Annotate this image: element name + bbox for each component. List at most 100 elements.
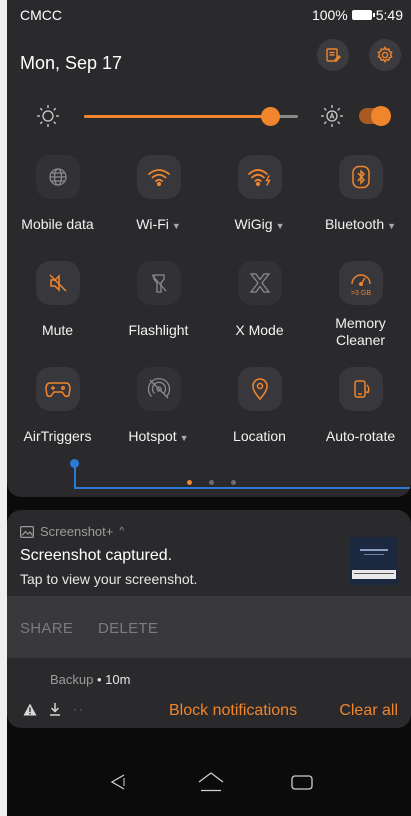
back-icon (110, 774, 125, 790)
tile-label: Hotspot ▼ (108, 428, 209, 447)
tile-bluetooth[interactable]: Bluetooth ▼ (310, 155, 411, 235)
notification-icons: ·· (23, 702, 85, 716)
backup-app-name: Backup (50, 672, 94, 687)
auto-brightness-icon (321, 105, 343, 127)
tile-label: Location (209, 428, 310, 445)
battery-icon (351, 10, 375, 20)
tile-label: Wi-Fi ▼ (108, 216, 209, 235)
auto-brightness-toggle[interactable] (359, 106, 391, 126)
gear-icon (377, 46, 393, 64)
quick-settings-tiles: Mobile data Wi-Fi ▼ WiGig ▼ Bluetooth ▼ Mute Fla… (7, 155, 411, 473)
warning-icon (23, 703, 37, 715)
home-button[interactable] (195, 766, 227, 798)
status-indicators: 100% 5:49 (312, 7, 403, 23)
tile-label-text: WiGig (234, 216, 273, 232)
tile-label: X Mode (209, 322, 310, 339)
tile-wigig[interactable]: WiGig ▼ (209, 155, 310, 235)
memory-cleaner-icon[interactable]: >3 GB (338, 261, 383, 305)
dropdown-arrow-icon[interactable]: ▼ (172, 221, 181, 231)
backup-notification[interactable]: Backup • 10m ·· Block notifications Clea… (7, 658, 411, 728)
tile-label-text: Location (233, 428, 286, 444)
air-triggers-icon[interactable] (35, 367, 80, 411)
status-bar: CMCC 100% 5:49 (7, 0, 411, 28)
clear-all-button[interactable]: Clear all (339, 702, 398, 720)
home-icon (198, 772, 224, 792)
more-icon: ·· (73, 702, 85, 716)
tile-label: Mute (7, 322, 108, 339)
tile-label: WiGig ▼ (209, 216, 310, 235)
dropdown-arrow-icon[interactable]: ▼ (180, 433, 189, 443)
screenshot-thumbnail[interactable] (350, 537, 398, 585)
screenshot-notification[interactable]: Screenshot+ ^ Screenshot captured. Tap t… (7, 510, 411, 658)
tile-hotspot[interactable]: Hotspot ▼ (108, 367, 209, 447)
carrier-name: CMCC (20, 7, 62, 23)
x-mode-icon[interactable] (237, 261, 282, 305)
tile-label-text: Cleaner (335, 332, 386, 348)
brightness-slider[interactable] (84, 107, 298, 126)
dropdown-arrow-icon[interactable]: ▼ (276, 221, 285, 231)
share-button[interactable]: SHARE (20, 620, 73, 637)
battery-percent: 100% (311, 7, 348, 23)
wigig-icon[interactable] (237, 155, 282, 199)
edit-button[interactable] (317, 39, 349, 71)
location-icon[interactable] (237, 367, 282, 411)
page-indicator (7, 480, 411, 488)
tile-label: Bluetooth ▼ (310, 216, 411, 235)
mute-icon[interactable] (35, 261, 80, 305)
tile-row: Mute Flashlight X Mode >3 GB Memory Cleaner (7, 261, 411, 367)
clock: 5:49 (375, 7, 403, 23)
image-icon (20, 525, 34, 538)
tile-label-text: Hotspot (128, 428, 177, 444)
date-label: Mon, Sep 17 (20, 53, 123, 73)
edit-icon (326, 48, 341, 62)
flashlight-icon[interactable] (136, 261, 181, 305)
brightness-low-icon (37, 105, 59, 127)
page-dot-active (187, 480, 192, 485)
wifi-icon[interactable] (136, 155, 181, 199)
backup-app-row: Backup • 10m (50, 672, 131, 687)
tile-label-text: AirTriggers (23, 428, 92, 444)
tile-label-text: Flashlight (128, 322, 189, 338)
delete-button[interactable]: DELETE (98, 620, 158, 637)
tile-label: AirTriggers (7, 428, 108, 445)
brightness-slider-thumb[interactable] (261, 107, 281, 126)
bluetooth-icon[interactable] (338, 155, 383, 199)
tile-label: Auto-rotate (310, 428, 411, 445)
tile-label-text: Memory (335, 315, 386, 331)
toggle-knob (371, 106, 391, 126)
hotspot-icon[interactable] (136, 367, 181, 411)
chevron-up-icon[interactable]: ^ (119, 526, 124, 537)
settings-button[interactable] (369, 39, 401, 71)
notification-title: Screenshot captured. (20, 547, 173, 564)
svg-text:>3 GB: >3 GB (350, 290, 370, 297)
tile-wifi[interactable]: Wi-Fi ▼ (108, 155, 209, 235)
tile-label: Mobile data (7, 216, 108, 233)
tile-memory-cleaner[interactable]: >3 GB Memory Cleaner (310, 261, 411, 349)
block-notifications-button[interactable]: Block notifications (169, 702, 297, 720)
download-icon (50, 703, 60, 716)
tile-auto-rotate[interactable]: Auto-rotate (310, 367, 411, 445)
back-button[interactable] (103, 766, 135, 798)
tile-label-text: X Mode (235, 322, 284, 338)
tile-label: Flashlight (108, 322, 209, 339)
tile-row: AirTriggers Hotspot ▼ Location Auto-rotate (7, 367, 411, 473)
tile-flashlight[interactable]: Flashlight (108, 261, 209, 339)
dropdown-arrow-icon[interactable]: ▼ (387, 221, 396, 231)
recents-button[interactable] (286, 766, 318, 798)
globe-icon[interactable] (35, 155, 80, 199)
brightness-slider-fill (84, 115, 271, 118)
quick-settings-panel: CMCC 100% 5:49 Mon, Sep 17 Mobile data W… (7, 0, 411, 497)
notification-app-name: Screenshot+ (40, 524, 114, 539)
page-dot (209, 480, 214, 485)
tile-air-triggers[interactable]: AirTriggers (7, 367, 108, 445)
screen-edge (0, 0, 7, 816)
notification-text: Tap to view your screenshot. (20, 571, 198, 587)
tile-globe[interactable]: Mobile data (7, 155, 108, 233)
tile-label-text: Bluetooth (324, 216, 385, 232)
recents-icon (291, 775, 313, 790)
tile-location[interactable]: Location (209, 367, 310, 445)
auto-rotate-icon[interactable] (338, 367, 383, 411)
tile-mute[interactable]: Mute (7, 261, 108, 339)
tile-x-mode[interactable]: X Mode (209, 261, 310, 339)
backup-age: 10m (105, 672, 131, 687)
